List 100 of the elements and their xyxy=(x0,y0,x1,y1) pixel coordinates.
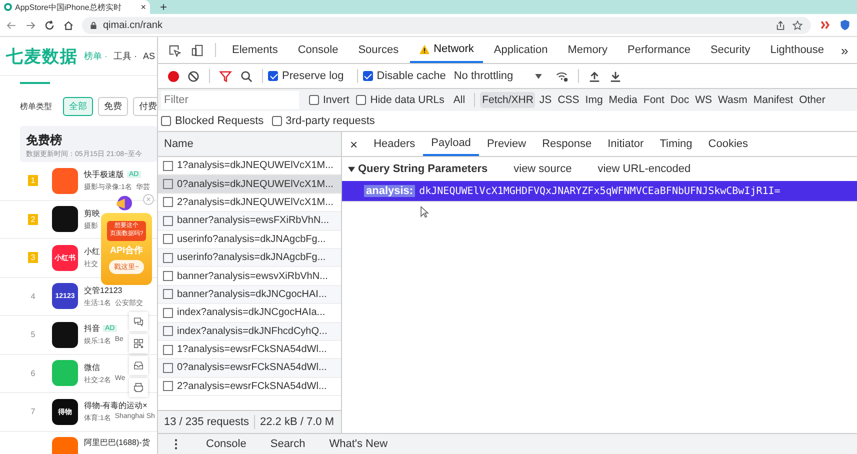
record-button[interactable] xyxy=(168,70,179,82)
drawer-tab[interactable]: What's New xyxy=(329,438,388,450)
details-tab[interactable]: Preview xyxy=(478,132,534,156)
type-filter-button[interactable]: Wasm xyxy=(716,92,750,108)
type-filter-button[interactable]: Other xyxy=(797,92,828,108)
home-icon[interactable] xyxy=(63,20,74,30)
type-filter-button[interactable]: Font xyxy=(641,92,666,108)
type-filter-button[interactable]: CSS xyxy=(556,92,582,108)
extension-icon[interactable] xyxy=(819,19,831,31)
checkbox[interactable] xyxy=(272,116,282,126)
type-filter-button[interactable]: Manifest xyxy=(751,92,796,108)
devtools-tab[interactable]: Memory xyxy=(558,37,616,63)
upload-icon[interactable] xyxy=(588,70,602,82)
new-tab-button[interactable]: + xyxy=(160,0,168,14)
column-header[interactable]: Name xyxy=(164,138,194,150)
printer-icon[interactable] xyxy=(129,378,148,397)
type-filter-button[interactable]: JS xyxy=(537,92,554,108)
chat-icon[interactable] xyxy=(129,312,148,331)
url-text: qimai.cn/rank xyxy=(103,20,164,30)
inspect-icon[interactable] xyxy=(168,44,181,56)
details-tab[interactable]: Initiator xyxy=(600,132,652,156)
devtools-tab[interactable]: Security xyxy=(701,37,760,63)
close-tab-button[interactable]: × xyxy=(140,2,146,12)
browser-tab[interactable]: AppStore中国iPhone总榜实时 × xyxy=(0,0,150,14)
app-name[interactable]: 剪映 xyxy=(84,208,100,219)
star-icon[interactable] xyxy=(792,20,803,30)
app-name[interactable]: 得物-有毒的运动× xyxy=(84,400,148,412)
app-icon[interactable] xyxy=(52,206,78,232)
request-row[interactable]: index?analysis=dkJNFhcdCyhQ... xyxy=(158,322,341,341)
nav-menu[interactable]: AS xyxy=(143,51,156,61)
app-name[interactable]: 小红 xyxy=(84,246,100,258)
details-tab[interactable]: Payload xyxy=(423,132,479,156)
request-row[interactable]: banner?analysis=ewsFXiRbVhN... xyxy=(158,212,341,231)
checkbox[interactable] xyxy=(161,116,171,126)
checkbox[interactable] xyxy=(356,95,366,105)
checkbox[interactable] xyxy=(309,95,319,105)
devtools-tab[interactable]: Performance xyxy=(618,37,700,63)
close-button[interactable]: × xyxy=(342,136,366,152)
type-filter-button[interactable]: Media xyxy=(606,92,640,108)
transfer-size: 22.2 kB / 7.0 M xyxy=(260,416,334,428)
devtools-tab[interactable]: Lighthouse xyxy=(761,37,834,63)
details-tab[interactable]: Response xyxy=(534,132,600,156)
checkbox[interactable] xyxy=(268,71,278,81)
app-icon[interactable] xyxy=(52,322,78,348)
details-tab[interactable]: Timing xyxy=(652,132,700,156)
clear-icon[interactable] xyxy=(187,70,200,82)
type-filter-button[interactable]: Fetch/XHR xyxy=(480,92,536,108)
app-name[interactable]: 抖音 xyxy=(84,323,100,334)
drawer-tab[interactable]: Search xyxy=(270,438,306,450)
inbox-icon[interactable] xyxy=(129,356,148,375)
back-icon[interactable] xyxy=(6,20,17,30)
app-name[interactable]: 阿里巴巴(1688)-货 xyxy=(84,436,150,448)
device-toolbar-icon[interactable] xyxy=(191,44,204,56)
rank-number: 5 xyxy=(30,329,36,340)
request-row[interactable]: userinfo?analysis=dkJNAgcbFg... xyxy=(158,248,341,268)
request-row[interactable]: 0?analysis=ewsrFCkSNA54dWl... xyxy=(158,359,341,378)
filter-field[interactable]: Filter xyxy=(161,91,299,109)
app-name[interactable]: 交管12123 xyxy=(84,284,122,296)
devtools-tab[interactable]: Application xyxy=(484,37,557,63)
checkbox-label: Invert xyxy=(323,94,350,106)
request-row[interactable]: 2?analysis=ewsrFCkSNA54dWl... xyxy=(158,378,341,396)
filter-button[interactable]: 免费 xyxy=(98,96,128,116)
shield-icon[interactable] xyxy=(839,19,851,31)
view-link[interactable]: view URL-encoded xyxy=(598,163,691,175)
app-name[interactable]: 微信 xyxy=(84,362,100,373)
reload-icon[interactable] xyxy=(44,20,55,30)
network-settings-icon[interactable] xyxy=(556,70,570,82)
details-tab[interactable]: Cookies xyxy=(700,132,756,156)
share-icon[interactable] xyxy=(775,20,786,30)
search-icon[interactable] xyxy=(240,70,253,82)
devtools-tab[interactable]: Network xyxy=(410,37,483,63)
qr-code-icon[interactable] xyxy=(129,334,148,353)
type-filter-button[interactable]: WS xyxy=(693,92,714,108)
app-name[interactable]: 快手极速版 xyxy=(84,169,124,180)
devtools-tab[interactable]: Console xyxy=(288,37,348,63)
request-row[interactable]: banner?analysis=dkJNCgocHAI... xyxy=(158,286,341,304)
request-row[interactable]: 0?analysis=dkJNEQUWElVcX1M... xyxy=(158,175,341,194)
type-filter-button[interactable]: Img xyxy=(583,92,605,108)
details-tab[interactable]: Headers xyxy=(366,132,424,156)
checkbox[interactable] xyxy=(362,71,373,81)
devtools-tab[interactable]: Elements xyxy=(223,37,287,63)
type-filter-button[interactable]: Doc xyxy=(668,92,692,108)
nav-menu[interactable]: 工具 · xyxy=(114,50,137,62)
rank-number: 3 xyxy=(28,252,38,264)
type-filter-button[interactable]: All xyxy=(451,92,468,108)
download-icon[interactable] xyxy=(609,70,622,82)
filter-icon[interactable] xyxy=(219,70,232,82)
parameter-row[interactable]: analysis: dkJNEQUWElVcX1MGHDFVQxJNARYZFx5qWFNMVCEaBFNbUFNJSkwCBwIjR1I= xyxy=(342,181,857,201)
forward-icon[interactable] xyxy=(25,20,36,30)
section-header[interactable]: Query String Parameters xyxy=(348,163,488,175)
drawer-menu-button[interactable]: ⋮ xyxy=(170,437,182,451)
parameter-name: analysis: xyxy=(364,185,416,197)
view-link[interactable]: view source xyxy=(514,163,572,175)
address-bar[interactable]: qimai.cn/rank xyxy=(82,16,811,34)
drawer-tab[interactable]: Console xyxy=(206,438,246,450)
rank-number: 6 xyxy=(30,368,36,379)
devtools-tab[interactable]: Sources xyxy=(349,37,408,63)
more-tabs-button[interactable]: » xyxy=(835,42,854,58)
throttling-dropdown[interactable]: No throttling xyxy=(454,70,542,82)
rank-number: 1 xyxy=(28,175,38,186)
